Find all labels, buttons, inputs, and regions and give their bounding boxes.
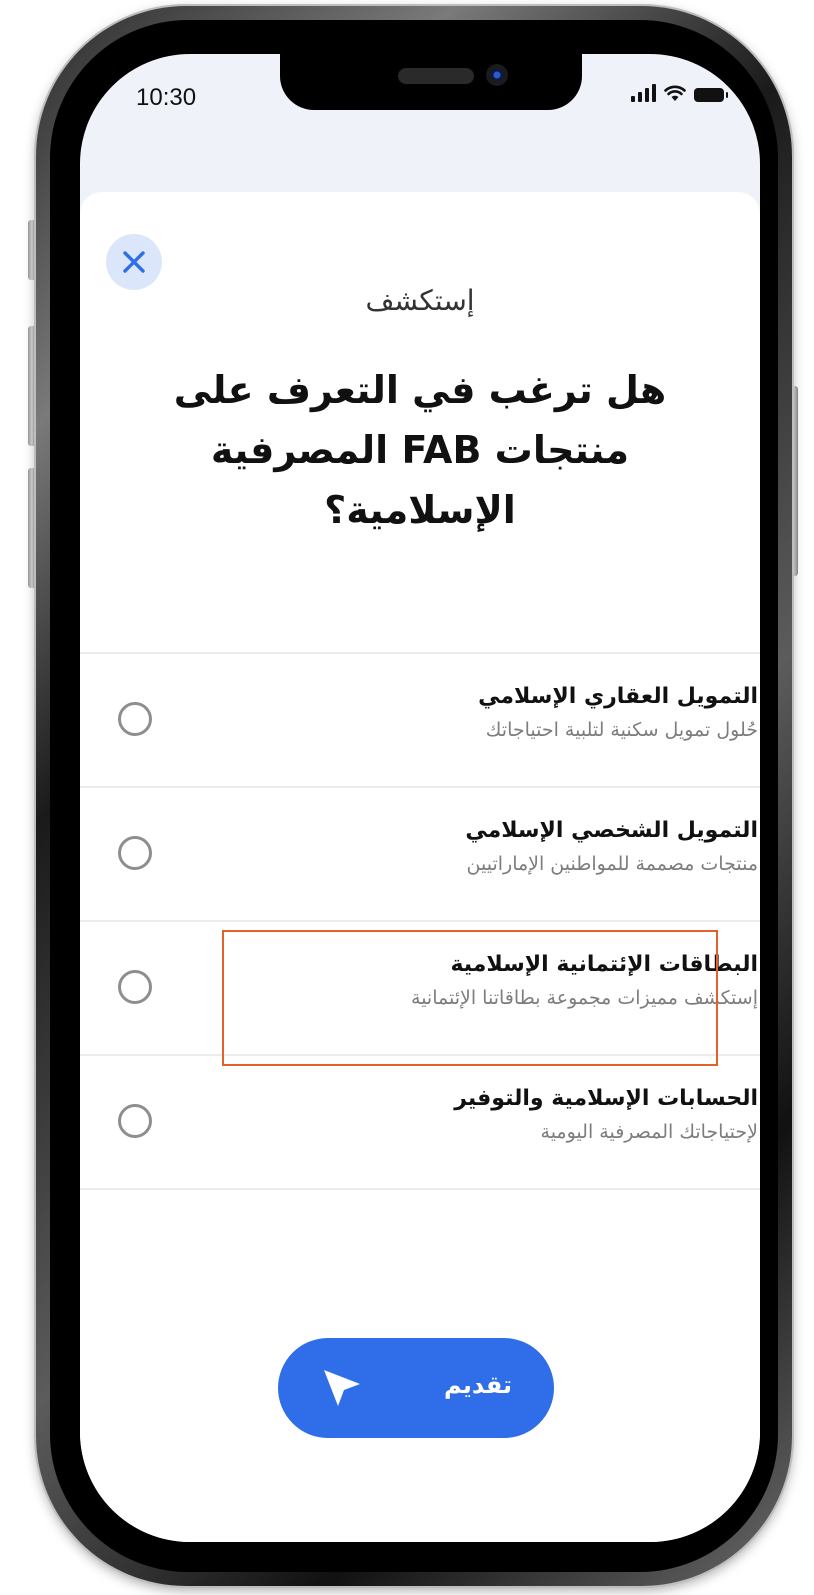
battery-icon <box>694 88 728 102</box>
option-title: الحسابات الإسلامية والتوفير <box>454 1086 758 1111</box>
close-button[interactable] <box>106 234 162 290</box>
radio-button[interactable] <box>118 970 152 1004</box>
silent-switch <box>28 220 36 280</box>
option-accounts-savings[interactable]: الحسابات الإسلامية والتوفير لإحتياجاتك ا… <box>80 1056 760 1190</box>
volume-down-button <box>28 468 36 588</box>
option-text: البطاقات الإئتمانية الإسلامية إستكشف ممي… <box>411 952 758 1009</box>
speaker <box>398 68 474 84</box>
options-list: التمويل العقاري الإسلامي حُلول تمويل سكن… <box>80 652 760 1190</box>
close-icon <box>123 251 145 273</box>
option-subtitle: لإحتياجاتك المصرفية اليومية <box>540 1121 758 1143</box>
bottom-sheet: إستكشف هل ترغب في التعرف على منتجات FAB … <box>80 192 760 1542</box>
option-text: التمويل العقاري الإسلامي حُلول تمويل سكن… <box>478 684 758 741</box>
send-icon <box>324 1370 360 1406</box>
radio-button[interactable] <box>118 836 152 870</box>
submit-label: تقديم <box>444 1371 512 1399</box>
option-subtitle: إستكشف مميزات مجموعة بطاقاتنا الإئتمانية <box>411 987 758 1009</box>
front-camera <box>486 64 508 86</box>
submit-button[interactable]: تقديم <box>278 1338 554 1438</box>
wifi-icon <box>664 85 686 101</box>
option-text: الحسابات الإسلامية والتوفير لإحتياجاتك ا… <box>454 1086 758 1143</box>
screen: 10:30 إستكشف هل ترغب في التعرف على منتجا… <box>80 54 760 1542</box>
kicker-text: إستكشف <box>365 284 475 317</box>
page-title: هل ترغب في التعرف على منتجات FAB المصرفي… <box>173 368 667 532</box>
notch <box>280 54 582 110</box>
option-title: التمويل العقاري الإسلامي <box>478 684 758 709</box>
option-home-finance[interactable]: التمويل العقاري الإسلامي حُلول تمويل سكن… <box>80 654 760 788</box>
volume-up-button <box>28 326 36 446</box>
status-icons <box>631 84 728 102</box>
option-credit-cards[interactable]: البطاقات الإئتمانية الإسلامية إستكشف ممي… <box>80 922 760 1066</box>
option-title: البطاقات الإئتمانية الإسلامية <box>450 952 758 977</box>
option-title: التمويل الشخصي الإسلامي <box>465 818 758 843</box>
option-subtitle: منتجات مصممة للمواطنين الإماراتيين <box>466 853 758 875</box>
status-time: 10:30 <box>136 84 197 111</box>
signal-icon <box>631 84 656 102</box>
radio-button[interactable] <box>118 702 152 736</box>
radio-button[interactable] <box>118 1104 152 1138</box>
phone-mockup: 10:30 إستكشف هل ترغب في التعرف على منتجا… <box>28 6 798 1588</box>
option-text: التمويل الشخصي الإسلامي منتجات مصممة للم… <box>465 818 758 875</box>
option-personal-finance[interactable]: التمويل الشخصي الإسلامي منتجات مصممة للم… <box>80 788 760 922</box>
option-subtitle: حُلول تمويل سكنية لتلبية احتياجاتك <box>485 719 758 741</box>
